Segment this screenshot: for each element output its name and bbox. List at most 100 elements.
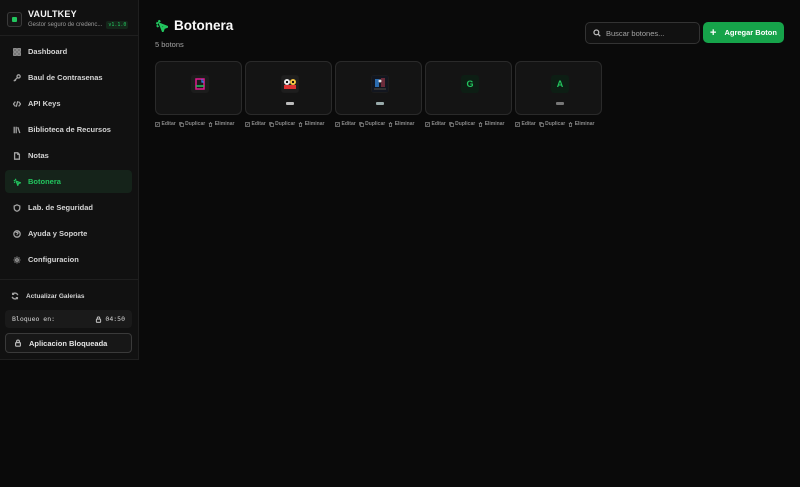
trash-icon [388, 121, 393, 127]
trash-icon [298, 121, 303, 127]
sidebar-item-dashboard[interactable]: Dashboard [5, 40, 132, 63]
edit-button[interactable]: Editar [245, 121, 266, 127]
app-locked-button[interactable]: Aplicacion Bloqueada [5, 333, 132, 353]
button-card: Editar Duplicar Eliminar [245, 61, 332, 127]
code-icon [13, 100, 21, 107]
sidebar-item-api-keys[interactable]: API Keys [5, 92, 132, 115]
edit-button[interactable]: Editar [515, 121, 536, 127]
search-icon [593, 29, 601, 37]
trash-icon [478, 121, 483, 127]
delete-button[interactable]: Eliminar [208, 121, 234, 127]
button-count: 5 botons [155, 40, 184, 49]
brand-name: VAULTKEY [28, 9, 77, 19]
document-app-icon [195, 78, 205, 90]
sidebar-item-help[interactable]: Ayuda y Soporte [5, 222, 132, 245]
thumbnail-caption-image [376, 102, 384, 105]
delete-button[interactable]: Eliminar [568, 121, 594, 127]
duplicate-button[interactable]: Duplicar [538, 121, 565, 127]
button-tile[interactable] [245, 61, 332, 115]
plus-icon: + [710, 26, 717, 39]
edit-icon [425, 121, 430, 127]
duplicate-button[interactable]: Duplicar [268, 121, 295, 127]
dark-art-icon [372, 76, 388, 92]
vault-logo-icon [7, 11, 22, 27]
card-actions: Editar Duplicar Eliminar [425, 121, 512, 127]
edit-icon [245, 121, 250, 127]
duplicate-button[interactable]: Duplicar [178, 121, 205, 127]
button-card: Editar Duplicar Eliminar [335, 61, 422, 127]
delete-button[interactable]: Eliminar [478, 121, 504, 127]
sidebar-item-notes[interactable]: Notas [5, 144, 132, 167]
divider [0, 35, 139, 36]
thumbnail-caption-image [556, 102, 564, 105]
trash-icon [208, 121, 213, 127]
copy-icon [358, 121, 364, 127]
card-actions: Editar Duplicar Eliminar [335, 121, 422, 127]
game-art-icon [282, 76, 298, 92]
help-icon [13, 229, 21, 238]
sidebar: VAULTKEY Gestor seguro de credenc... v1.… [0, 0, 139, 360]
search-box[interactable] [585, 22, 700, 44]
sidebar-item-label: Configuracion [28, 255, 79, 264]
copy-icon [538, 121, 544, 127]
button-grid: Editar Duplicar Eliminar Editar Duplicar… [155, 61, 605, 127]
sidebar-item-settings[interactable]: Configuracion [5, 248, 132, 271]
sidebar-item-passwords[interactable]: Baul de Contrasenas [5, 66, 132, 89]
sidebar-item-label: Biblioteca de Recursos [28, 125, 111, 134]
sidebar-item-security-lab[interactable]: Lab. de Seguridad [5, 196, 132, 219]
card-actions: Editar Duplicar Eliminar [515, 121, 602, 127]
edit-button[interactable]: Editar [425, 121, 446, 127]
edit-icon [335, 121, 340, 127]
duplicate-button[interactable]: Duplicar [358, 121, 385, 127]
click-icon [155, 19, 168, 32]
note-icon [13, 151, 21, 160]
button-card: Editar Duplicar Eliminar [155, 61, 242, 127]
lock-icon [15, 339, 21, 347]
brand: VAULTKEY Gestor seguro de credenc... v1.… [7, 8, 135, 30]
click-icon [13, 178, 21, 186]
search-input[interactable] [606, 28, 696, 38]
sidebar-item-label: Botonera [28, 177, 61, 186]
refresh-label: Actualizar Galerias [26, 292, 85, 300]
sidebar-item-label: Lab. de Seguridad [28, 203, 94, 212]
edit-button[interactable]: Editar [155, 121, 176, 127]
lock-time: 04:50 [105, 315, 125, 323]
brand-subtitle: Gestor seguro de credenc... [28, 22, 103, 28]
edit-button[interactable]: Editar [335, 121, 356, 127]
page-header: Botonera 5 botons [155, 18, 233, 49]
page-title: Botonera [174, 18, 234, 33]
grid-icon [13, 47, 21, 56]
button-tile[interactable]: G [425, 61, 512, 115]
sidebar-item-library[interactable]: Biblioteca de Recursos [5, 118, 132, 141]
add-button-label: Agregar Boton [724, 28, 777, 37]
divider [0, 279, 139, 280]
button-card: G Editar Duplicar Eliminar [425, 61, 512, 127]
card-actions: Editar Duplicar Eliminar [245, 121, 332, 127]
sidebar-item-botonera[interactable]: Botonera [5, 170, 132, 193]
copy-icon [448, 121, 454, 127]
thumbnail-caption-image [286, 102, 294, 105]
delete-button[interactable]: Eliminar [388, 121, 414, 127]
sidebar-item-label: Dashboard [28, 47, 68, 56]
button-thumbnail [191, 75, 209, 93]
add-button-button[interactable]: + Agregar Boton [703, 22, 784, 43]
refresh-galleries-button[interactable]: Actualizar Galerias [5, 288, 132, 304]
gear-icon [13, 256, 21, 263]
lock-icon [96, 315, 102, 323]
key-icon [13, 73, 21, 82]
trash-icon [568, 121, 573, 127]
delete-button[interactable]: Eliminar [298, 121, 324, 127]
copy-icon [268, 121, 274, 127]
button-tile[interactable]: A [515, 61, 602, 115]
button-card: A Editar Duplicar Eliminar [515, 61, 602, 127]
app-locked-label: Aplicacion Bloqueada [29, 338, 108, 348]
sidebar-item-label: Baul de Contrasenas [28, 73, 103, 82]
shield-icon [13, 203, 21, 212]
button-tile[interactable] [335, 61, 422, 115]
sidebar-nav: Dashboard Baul de Contrasenas API Keys B… [5, 40, 132, 274]
lock-label: Bloqueo en: [12, 315, 56, 323]
button-tile[interactable] [155, 61, 242, 115]
auto-lock-timer: Bloqueo en: 04:50 [5, 310, 132, 328]
library-icon [13, 126, 21, 133]
duplicate-button[interactable]: Duplicar [448, 121, 475, 127]
